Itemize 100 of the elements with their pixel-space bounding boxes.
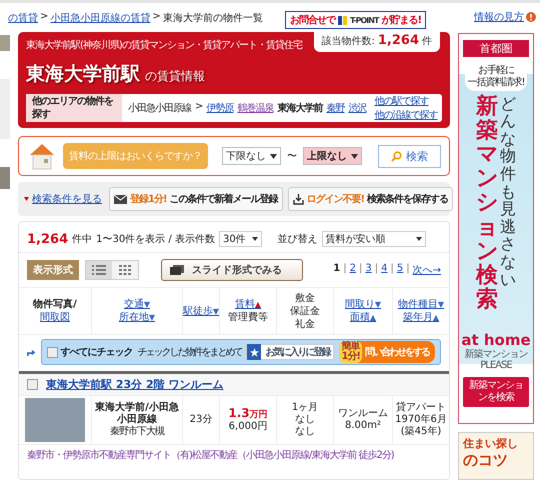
sort-link[interactable]: 間取図 (40, 311, 70, 324)
mail-icon (114, 194, 127, 204)
page-title: 東海大学前駅 (26, 62, 140, 87)
tpoint-logo-icon (338, 16, 348, 24)
max-rent-select[interactable]: 上限なし (303, 147, 362, 165)
page-link[interactable]: 1 (333, 263, 340, 277)
property-count: 1,264 (378, 33, 419, 48)
grid-view-button[interactable] (112, 261, 138, 279)
brand-subtitle: 新築マンション PLEASE (464, 348, 528, 371)
deposit-cell: なし (295, 414, 315, 426)
ad-headline: 新築マンション検索 (476, 94, 498, 314)
triangle-icon (24, 197, 29, 201)
sort-link[interactable]: 面積▲ (350, 311, 376, 324)
station-cell-text: 東海大学前/小田急小田原線 (94, 402, 180, 426)
tpoint-banner[interactable]: お問合せで T-POINT が貯まる! (285, 11, 426, 29)
page-separator: | (358, 263, 362, 276)
address-cell: 秦野市下大槻 (110, 426, 164, 438)
save-conditions-button[interactable]: ログイン不要! 検索条件を保存する (288, 187, 454, 211)
rent-cell: 1.3万円 (228, 407, 268, 421)
type-cell: 貸アパート (396, 402, 446, 414)
deposit-cell: 1ヶ月 (292, 402, 318, 414)
agent-link[interactable]: 秦野市・伊勢原市不動産専門サイト（有)松屋不動産（小田急小田原線/東海大学前 徒歩2分) (19, 444, 449, 465)
station-link[interactable]: 秦野 (326, 101, 344, 115)
rent-question: 賃料の上限はおいくらですか？ (63, 143, 208, 169)
breadcrumb-link[interactable]: 小田急小田原線の賃貸 (50, 11, 150, 25)
list-icon (92, 265, 106, 275)
hero-subtitle: 東海大学前駅(神奈川県)の賃貸マンション・賃貸アパート・賃貸住宅 (26, 38, 302, 52)
walk-cell: 23分 (190, 414, 212, 426)
grid-icon (119, 265, 131, 275)
current-station: 東海大学前 (277, 102, 322, 115)
count-unit: 件 (422, 35, 432, 48)
checkbox[interactable] (47, 346, 58, 358)
favorite-button[interactable]: お気に入りに登録 (246, 344, 334, 360)
search-link[interactable]: 他の駅で探す (374, 94, 438, 108)
caret-icon (270, 154, 277, 158)
sort-select[interactable]: 賃料が安い順 (322, 231, 426, 247)
page-link[interactable]: 2 (350, 263, 356, 277)
breadcrumb-link[interactable]: の賃貸 (8, 11, 38, 25)
sort-link[interactable]: 物件種目▼ (398, 298, 444, 311)
fee-cell: 6,000円 (228, 421, 268, 433)
conditions-link[interactable]: 検索条件を見る (32, 192, 102, 206)
caret-icon (351, 154, 358, 158)
sort-link[interactable]: 築年月▲ (402, 311, 440, 324)
brand-logo: at home (461, 330, 531, 349)
station-link[interactable]: 渋沢 (348, 101, 366, 115)
sidebar-panel (0, 35, 10, 51)
info-guide-link[interactable]: 情報の見方 (474, 10, 524, 24)
sort-link[interactable]: 所在地▼ (118, 311, 156, 324)
min-rent-select[interactable]: 下限なし (222, 147, 281, 165)
column-header: 礼金 (295, 318, 315, 330)
page-link[interactable]: 4 (381, 263, 388, 277)
ad-bubble: お手軽に 一括資料請求! (465, 62, 526, 91)
sort-link[interactable]: 駅徒歩▼ (182, 304, 220, 318)
search-button[interactable]: 検索 (378, 144, 441, 168)
slide-view-button[interactable]: スライド形式でみる (161, 259, 303, 281)
download-icon (292, 194, 304, 204)
banner-text: お問合せで (290, 14, 336, 27)
tpoint-brand: T-POINT (350, 16, 378, 24)
caret-icon (416, 237, 422, 241)
result-count: 1,264 (27, 232, 68, 246)
checkbox[interactable] (27, 379, 38, 390)
column-header: 敷金 (295, 292, 315, 304)
next-page-link[interactable]: 次へ→ (412, 263, 441, 277)
page-link[interactable]: 3 (365, 263, 372, 277)
count-suffix: 件中 (72, 232, 92, 246)
list-view-button[interactable] (86, 261, 112, 279)
info-icon (526, 12, 536, 22)
bulk-note: チェックした物件をまとめて (137, 346, 242, 359)
line-name: 小田急小田原線 (128, 102, 191, 115)
breadcrumb-separator: > (40, 11, 48, 24)
area-label: 他のエリアの物件を探す (26, 94, 122, 122)
breadcrumb-current: 東海大学前の物件一覧 (162, 12, 263, 25)
caret-icon (252, 237, 258, 241)
sidebar-panel (0, 167, 10, 189)
search-link[interactable]: 他の沿線で探す (374, 108, 438, 122)
deposit-cell: なし (295, 426, 315, 438)
photo-placeholder (25, 398, 85, 442)
sort-link[interactable]: 間取り▼ (344, 298, 382, 311)
sort-link[interactable]: 賃料▲ (234, 298, 262, 311)
sort-label: 並び替え (278, 232, 318, 246)
ad-button[interactable]: 新築マンションを検索 (463, 376, 529, 407)
range-text: 1〜30件を表示 / 表示件数 (96, 232, 215, 246)
sort-link[interactable]: 交通▼ (124, 298, 150, 311)
tips-banner[interactable]: 住まい探し のコツ (458, 432, 534, 480)
title-suffix: の賃貸情報 (145, 68, 205, 85)
range-tilde: 〜 (287, 150, 297, 163)
layout-cell: ワンルーム (338, 408, 388, 420)
per-page-select[interactable]: 30件 (218, 231, 262, 247)
area-cell: 8.00m² (344, 420, 381, 432)
page-separator: | (390, 263, 394, 276)
age-cell: (築45年) (400, 426, 442, 438)
station-link[interactable]: 伊勢原 (206, 101, 234, 115)
slides-icon (170, 265, 184, 275)
ad-tagline: どんな物件も見逃さない (500, 94, 516, 291)
built-cell: 1970年6月 (395, 414, 447, 426)
column-header: 管理費等 (228, 311, 268, 324)
page-separator: | (406, 263, 410, 276)
page-link[interactable]: 5 (396, 263, 404, 277)
station-link[interactable]: 鶴巻温泉 (237, 101, 274, 115)
mail-register-button[interactable]: 登録1分! この条件で新着メール登録 (109, 187, 283, 211)
